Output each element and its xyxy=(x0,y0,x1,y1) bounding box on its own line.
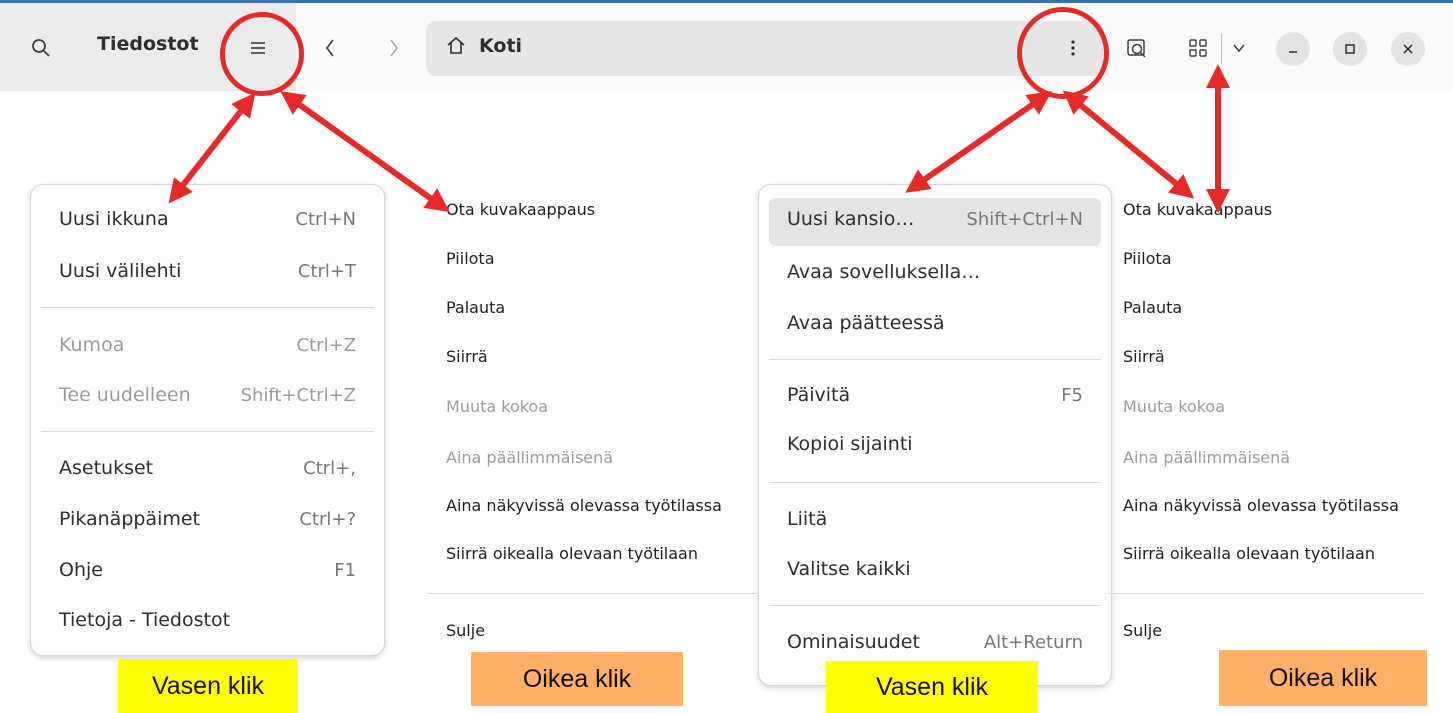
caption-left-click-2: Vasen klik xyxy=(826,661,1038,713)
annotation-arrows xyxy=(168,63,1230,213)
arrow-more-to-context-menu xyxy=(905,91,1052,193)
arrow-hamburger-to-main-menu xyxy=(168,92,256,204)
caption-right-click-1: Oikea klik xyxy=(471,652,683,706)
arrow-more-to-window-menu-2 xyxy=(1062,90,1195,199)
caption-left-click-1: Vasen klik xyxy=(118,659,298,713)
caption-right-click-2: Oikea klik xyxy=(1219,650,1427,706)
arrow-hamburger-to-window-menu-1 xyxy=(280,91,450,212)
